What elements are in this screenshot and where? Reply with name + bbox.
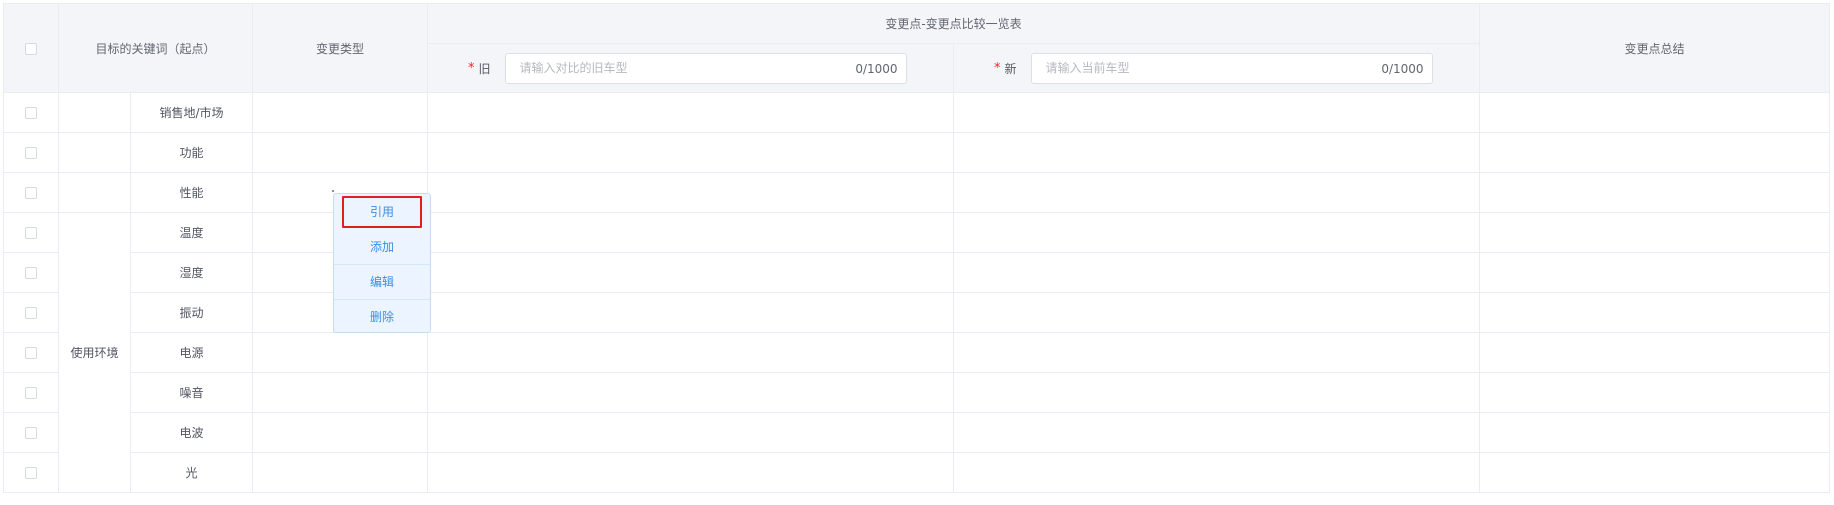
keyword-cell: 功能 — [129, 132, 254, 173]
change-type-cell[interactable] — [252, 132, 429, 173]
row-checkbox[interactable] — [25, 187, 37, 199]
cursor-marker — [332, 190, 334, 192]
new-value-cell[interactable] — [953, 332, 1481, 373]
header-new-cell: * 新 0/1000 — [953, 43, 1481, 93]
header-old-cell: * 旧 0/1000 — [427, 43, 955, 93]
summary-cell[interactable] — [1479, 292, 1831, 333]
old-value-cell[interactable] — [427, 92, 955, 133]
new-value-cell[interactable] — [953, 92, 1481, 133]
header-comparison: 变更点-变更点比较一览表 — [427, 3, 1481, 44]
change-type-cell[interactable] — [252, 452, 429, 493]
row-checkbox[interactable] — [25, 427, 37, 439]
keyword-cell: 销售地/市场 — [129, 92, 254, 133]
old-value-cell[interactable] — [427, 172, 955, 213]
change-point-table: 目标的关键词（起点） 变更类型 变更点-变更点比较一览表 变更点总结 * 旧 0… — [3, 3, 1831, 493]
table-row: 光 — [3, 452, 1831, 493]
comparison-table-container: 目标的关键词（起点） 变更类型 变更点-变更点比较一览表 变更点总结 * 旧 0… — [3, 3, 1831, 493]
menu-item-reference[interactable]: 引用 — [342, 196, 422, 228]
table-row: 电波 — [3, 412, 1831, 453]
menu-item-add[interactable]: 添加 — [334, 230, 430, 265]
context-menu: 引用 添加 编辑 删除 — [333, 193, 431, 333]
new-char-count: 0/1000 — [1381, 61, 1424, 76]
header-keyword: 目标的关键词（起点） — [57, 3, 254, 93]
old-label: 旧 — [478, 61, 491, 76]
row-checkbox[interactable] — [25, 267, 37, 279]
old-value-cell[interactable] — [427, 252, 955, 293]
summary-cell[interactable] — [1479, 92, 1831, 133]
change-type-cell[interactable] — [252, 332, 429, 373]
summary-cell[interactable] — [1479, 452, 1831, 493]
table-row: 湿度 — [3, 252, 1831, 293]
menu-item-delete[interactable]: 删除 — [334, 300, 430, 334]
old-model-input[interactable] — [505, 60, 822, 76]
new-model-input-box[interactable]: 0/1000 — [1030, 52, 1433, 84]
table-row: 使用环境 温度 — [3, 212, 1831, 493]
change-type-cell[interactable] — [252, 412, 429, 453]
summary-cell[interactable] — [1479, 332, 1831, 373]
keyword-cell: 噪音 — [129, 372, 254, 413]
row-checkbox[interactable] — [25, 467, 37, 479]
new-value-cell[interactable] — [953, 172, 1481, 213]
old-value-cell[interactable] — [427, 412, 955, 453]
row-checkbox[interactable] — [25, 147, 37, 159]
old-char-count: 0/1000 — [855, 61, 898, 76]
keyword-cell: 电波 — [129, 412, 254, 453]
new-value-cell[interactable] — [953, 412, 1481, 453]
group-cell-empty — [58, 172, 131, 213]
keyword-cell: 电源 — [129, 332, 254, 373]
row-checkbox[interactable] — [25, 227, 37, 239]
summary-cell[interactable] — [1479, 212, 1831, 253]
table-row: 性能 — [3, 172, 1831, 213]
summary-cell[interactable] — [1479, 412, 1831, 453]
old-value-cell[interactable] — [427, 452, 955, 493]
keyword-cell: 温度 — [129, 212, 254, 253]
table-row: 电源 — [3, 332, 1831, 373]
summary-cell[interactable] — [1479, 132, 1831, 173]
select-all-checkbox[interactable] — [25, 42, 37, 55]
new-value-cell[interactable] — [953, 252, 1481, 293]
change-type-cell[interactable] — [252, 372, 429, 413]
summary-cell[interactable] — [1479, 172, 1831, 213]
row-checkbox[interactable] — [25, 387, 37, 399]
new-value-cell[interactable] — [953, 212, 1481, 253]
keyword-cell: 光 — [129, 452, 254, 493]
table-row: 噪音 — [3, 372, 1831, 413]
old-value-cell[interactable] — [427, 332, 955, 373]
group-cell-usage-environment: 使用环境 — [58, 212, 131, 493]
header-change-type: 变更类型 — [252, 3, 429, 93]
old-value-cell[interactable] — [427, 212, 955, 253]
row-checkbox[interactable] — [25, 347, 37, 359]
new-value-cell[interactable] — [953, 372, 1481, 413]
row-checkbox[interactable] — [25, 107, 37, 119]
new-value-cell[interactable] — [953, 452, 1481, 493]
new-value-cell[interactable] — [953, 292, 1481, 333]
table-row: 销售地/市场 — [3, 92, 1831, 133]
old-value-cell[interactable] — [427, 372, 955, 413]
keyword-cell: 振动 — [129, 292, 254, 333]
header-select-all-cell — [3, 3, 59, 93]
table-row: 功能 — [3, 132, 1831, 173]
menu-item-edit[interactable]: 编辑 — [334, 265, 430, 300]
new-label: 新 — [1004, 61, 1017, 76]
old-model-input-box[interactable]: 0/1000 — [504, 52, 907, 84]
old-value-cell[interactable] — [427, 132, 955, 173]
required-asterisk: * — [994, 60, 1001, 76]
old-value-cell[interactable] — [427, 292, 955, 333]
summary-cell[interactable] — [1479, 252, 1831, 293]
new-value-cell[interactable] — [953, 132, 1481, 173]
row-checkbox[interactable] — [25, 307, 37, 319]
summary-cell[interactable] — [1479, 372, 1831, 413]
keyword-cell: 湿度 — [129, 252, 254, 293]
header-summary: 变更点总结 — [1479, 3, 1831, 93]
change-type-cell[interactable] — [252, 92, 429, 133]
table-row: 振动 — [3, 292, 1831, 333]
keyword-cell: 性能 — [129, 172, 254, 213]
group-cell-empty — [58, 132, 131, 173]
group-cell-empty — [58, 92, 131, 133]
new-model-input[interactable] — [1031, 60, 1348, 76]
required-asterisk: * — [468, 60, 475, 76]
